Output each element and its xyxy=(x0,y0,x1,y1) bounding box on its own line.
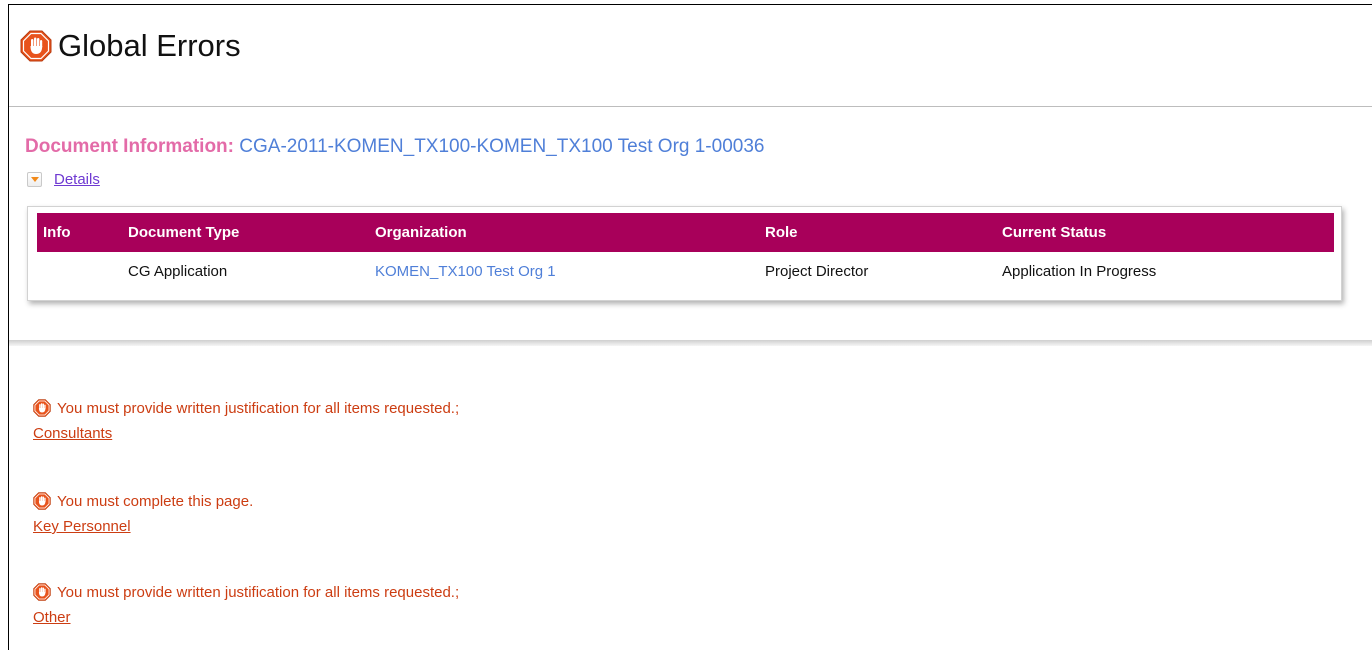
error-message-row: You must provide written justification f… xyxy=(33,399,459,417)
column-header-info: Info xyxy=(37,213,128,252)
column-header-current-status: Current Status xyxy=(1002,213,1334,252)
expand-arrow-icon[interactable] xyxy=(27,172,42,187)
cell-role: Project Director xyxy=(765,263,869,280)
page-header: Global Errors xyxy=(20,22,241,70)
document-information-value: CGA-2011-KOMEN_TX100-KOMEN_TX100 Test Or… xyxy=(239,136,765,157)
column-header-organization: Organization xyxy=(375,213,765,252)
error-message-row: You must complete this page. xyxy=(33,492,253,510)
header-divider xyxy=(9,106,1372,107)
error-message-text: You must provide written justification f… xyxy=(57,583,460,601)
cell-organization: KOMEN_TX100 Test Org 1 xyxy=(375,252,765,291)
error-item: You must provide written justification f… xyxy=(33,399,459,443)
cell-document-type: CG Application xyxy=(128,263,228,280)
error-message-row: You must provide written justification f… xyxy=(33,583,459,601)
page-frame xyxy=(8,4,1372,650)
stop-hand-icon xyxy=(33,583,51,601)
error-link-consultants[interactable]: Consultants xyxy=(33,425,112,442)
column-header-document-type: Document Type xyxy=(128,213,375,252)
document-table-panel: Info Document Type Organization Role Cur… xyxy=(27,206,1342,301)
document-information-label: Document Information: xyxy=(25,136,234,157)
stop-hand-icon xyxy=(33,492,51,510)
error-link-key-personnel[interactable]: Key Personnel xyxy=(33,518,131,535)
error-link-other[interactable]: Other xyxy=(33,609,71,626)
stop-hand-icon xyxy=(20,30,52,62)
page-title: Global Errors xyxy=(58,28,241,63)
section-divider xyxy=(9,340,1372,346)
organization-link[interactable]: KOMEN_TX100 Test Org 1 xyxy=(375,263,556,280)
document-information: Document Information: CGA-2011-KOMEN_TX1… xyxy=(25,136,764,158)
error-item: You must complete this page. Key Personn… xyxy=(33,492,253,536)
error-item: You must provide written justification f… xyxy=(33,583,459,627)
stop-hand-icon xyxy=(33,399,51,417)
table-row: CG Application KOMEN_TX100 Test Org 1 Pr… xyxy=(37,252,1334,291)
cell-info xyxy=(37,252,128,291)
details-toggle[interactable]: Details xyxy=(27,171,100,188)
column-header-role: Role xyxy=(765,213,1002,252)
document-table: Info Document Type Organization Role Cur… xyxy=(37,213,1334,291)
table-header-row: Info Document Type Organization Role Cur… xyxy=(37,213,1334,252)
cell-current-status: Application In Progress xyxy=(1002,263,1157,280)
error-message-text: You must provide written justification f… xyxy=(57,399,460,417)
details-link[interactable]: Details xyxy=(54,171,100,188)
error-message-text: You must complete this page. xyxy=(57,492,254,510)
